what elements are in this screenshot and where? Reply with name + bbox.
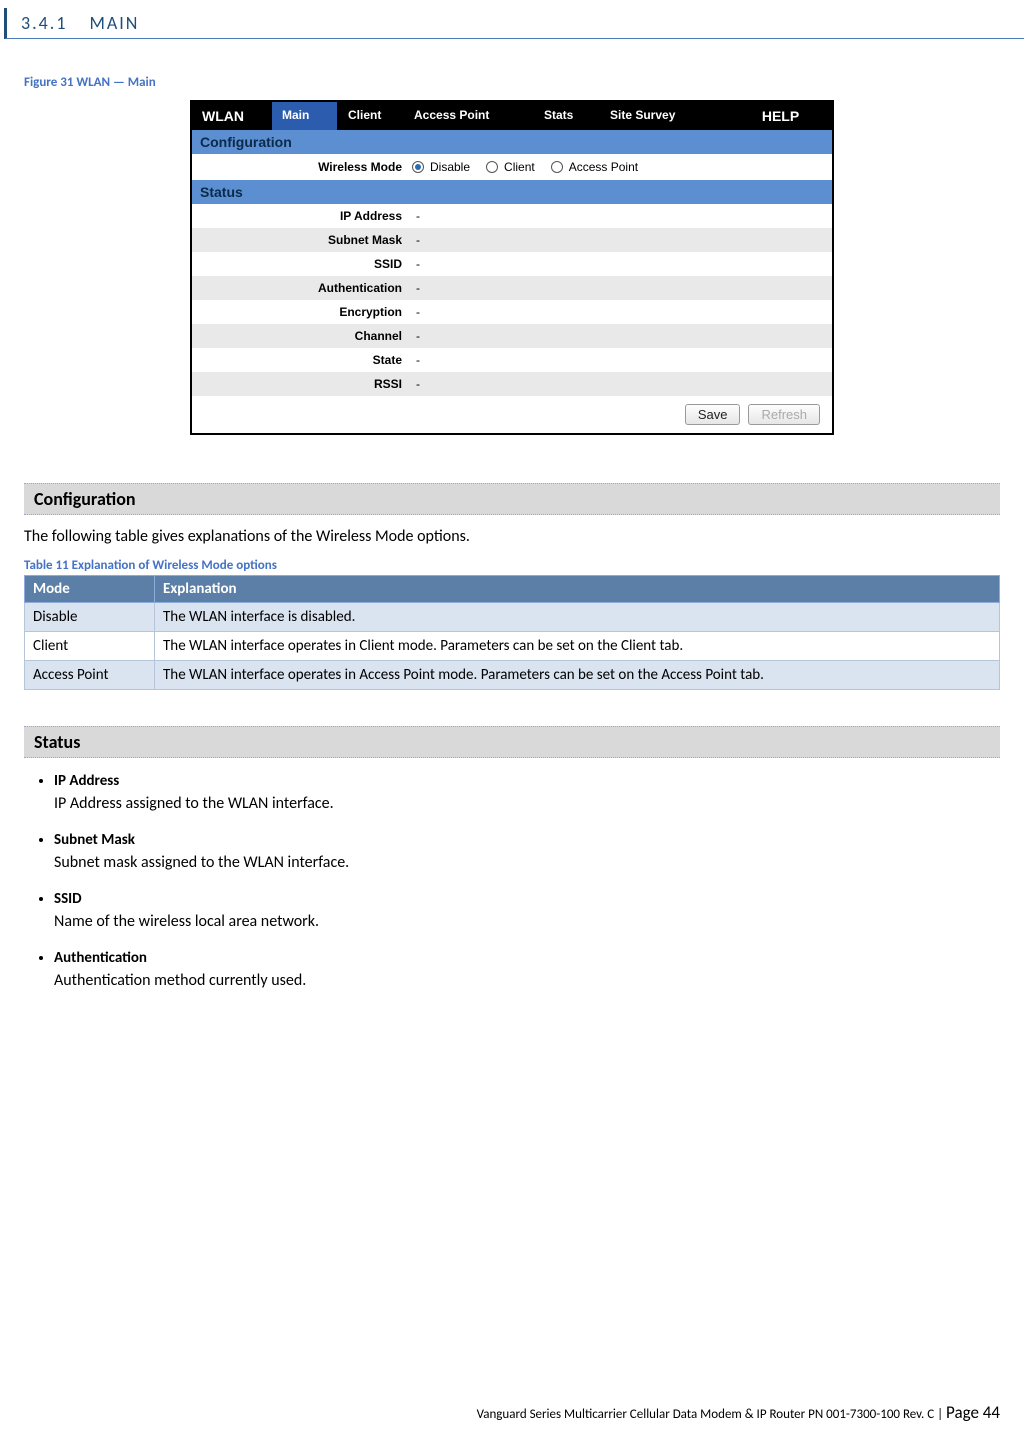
status-bullet-list: IP Address IP Address assigned to the WL… xyxy=(36,772,1000,990)
radio-client[interactable] xyxy=(486,161,498,173)
footer-text: Vanguard Series Multicarrier Cellular Da… xyxy=(477,1407,935,1422)
configuration-text: The following table gives explanations o… xyxy=(24,527,1000,546)
status-label-ip: IP Address xyxy=(192,209,412,223)
bullet-desc: Authentication method currently used. xyxy=(54,971,306,990)
status-row-state: State - xyxy=(192,348,832,372)
radio-access-point[interactable] xyxy=(551,161,563,173)
status-heading: Status xyxy=(24,726,1000,758)
table-header-explanation: Explanation xyxy=(155,576,1000,603)
status-row-encryption: Encryption - xyxy=(192,300,832,324)
button-row: Save Refresh xyxy=(192,396,832,433)
status-row-ssid: SSID - xyxy=(192,252,832,276)
footer-sep: | xyxy=(934,1407,946,1422)
status-value-rssi: - xyxy=(412,377,420,391)
status-row-rssi: RSSI - xyxy=(192,372,832,396)
configuration-heading: Configuration xyxy=(24,483,1000,515)
wlan-panel-title: WLAN xyxy=(192,102,272,130)
figure-caption: Figure 31 WLAN — Main xyxy=(24,75,1024,90)
section-title: MAIN xyxy=(89,12,139,34)
status-value-auth: - xyxy=(412,281,420,295)
bullet-desc: IP Address assigned to the WLAN interfac… xyxy=(54,794,334,813)
table-cell-explanation: The WLAN interface operates in Client mo… xyxy=(155,632,1000,661)
radio-access-point-label: Access Point xyxy=(569,160,638,174)
table-cell-explanation: The WLAN interface is disabled. xyxy=(155,603,1000,632)
refresh-button[interactable]: Refresh xyxy=(748,404,820,425)
list-item: SSID Name of the wireless local area net… xyxy=(54,890,1000,931)
tab-main[interactable]: Main xyxy=(272,102,338,130)
wireless-mode-row: Wireless Mode Disable Client Access Poin… xyxy=(192,154,832,180)
bullet-title: IP Address xyxy=(54,772,1000,790)
tab-help[interactable]: HELP xyxy=(730,102,832,130)
section-number: 3.4.1 xyxy=(21,12,67,34)
status-label-state: State xyxy=(192,353,412,367)
status-row-auth: Authentication - xyxy=(192,276,832,300)
page-footer: Vanguard Series Multicarrier Cellular Da… xyxy=(477,1402,1000,1423)
status-row-subnet: Subnet Mask - xyxy=(192,228,832,252)
tab-client[interactable]: Client xyxy=(338,102,404,130)
status-label-subnet: Subnet Mask xyxy=(192,233,412,247)
radio-client-label: Client xyxy=(504,160,535,174)
wlan-panel: WLAN Main Client Access Point Stats Site… xyxy=(190,100,834,435)
status-value-subnet: - xyxy=(412,233,420,247)
status-label-channel: Channel xyxy=(192,329,412,343)
status-label-ssid: SSID xyxy=(192,257,412,271)
bullet-title: SSID xyxy=(54,890,1000,908)
bullet-desc: Name of the wireless local area network. xyxy=(54,912,319,931)
bullet-title: Subnet Mask xyxy=(54,831,1000,849)
wireless-mode-radio-group: Disable Client Access Point xyxy=(412,160,648,174)
bullet-desc: Subnet mask assigned to the WLAN interfa… xyxy=(54,853,349,872)
table-row: Access Point The WLAN interface operates… xyxy=(25,661,1000,690)
status-row-ip: IP Address - xyxy=(192,204,832,228)
table-header-mode: Mode xyxy=(25,576,155,603)
table-caption: Table 11 Explanation of Wireless Mode op… xyxy=(24,558,1000,573)
configuration-bar: Configuration xyxy=(192,130,832,154)
status-value-ssid: - xyxy=(412,257,420,271)
list-item: IP Address IP Address assigned to the WL… xyxy=(54,772,1000,813)
table-cell-mode: Client xyxy=(25,632,155,661)
table-cell-explanation: The WLAN interface operates in Access Po… xyxy=(155,661,1000,690)
tab-access-point[interactable]: Access Point xyxy=(404,102,534,130)
status-value-state: - xyxy=(412,353,420,367)
status-label-encryption: Encryption xyxy=(192,305,412,319)
status-value-ip: - xyxy=(412,209,420,223)
status-bar: Status xyxy=(192,180,832,204)
section-header: 3.4.1 MAIN xyxy=(4,8,1024,39)
list-item: Authentication Authentication method cur… xyxy=(54,949,1000,990)
wlan-tabs: WLAN Main Client Access Point Stats Site… xyxy=(192,102,832,130)
bullet-title: Authentication xyxy=(54,949,1000,967)
table-row: Client The WLAN interface operates in Cl… xyxy=(25,632,1000,661)
save-button[interactable]: Save xyxy=(685,404,741,425)
wireless-mode-label: Wireless Mode xyxy=(192,160,412,174)
list-item: Subnet Mask Subnet mask assigned to the … xyxy=(54,831,1000,872)
radio-disable[interactable] xyxy=(412,161,424,173)
table-cell-mode: Disable xyxy=(25,603,155,632)
table-row: Disable The WLAN interface is disabled. xyxy=(25,603,1000,632)
status-row-channel: Channel - xyxy=(192,324,832,348)
status-value-channel: - xyxy=(412,329,420,343)
status-value-encryption: - xyxy=(412,305,420,319)
tab-site-survey[interactable]: Site Survey xyxy=(600,102,730,130)
tab-stats[interactable]: Stats xyxy=(534,102,600,130)
footer-page: Page 44 xyxy=(946,1402,1000,1423)
radio-disable-label: Disable xyxy=(430,160,470,174)
table-cell-mode: Access Point xyxy=(25,661,155,690)
status-label-auth: Authentication xyxy=(192,281,412,295)
status-label-rssi: RSSI xyxy=(192,377,412,391)
wireless-mode-table: Mode Explanation Disable The WLAN interf… xyxy=(24,575,1000,690)
